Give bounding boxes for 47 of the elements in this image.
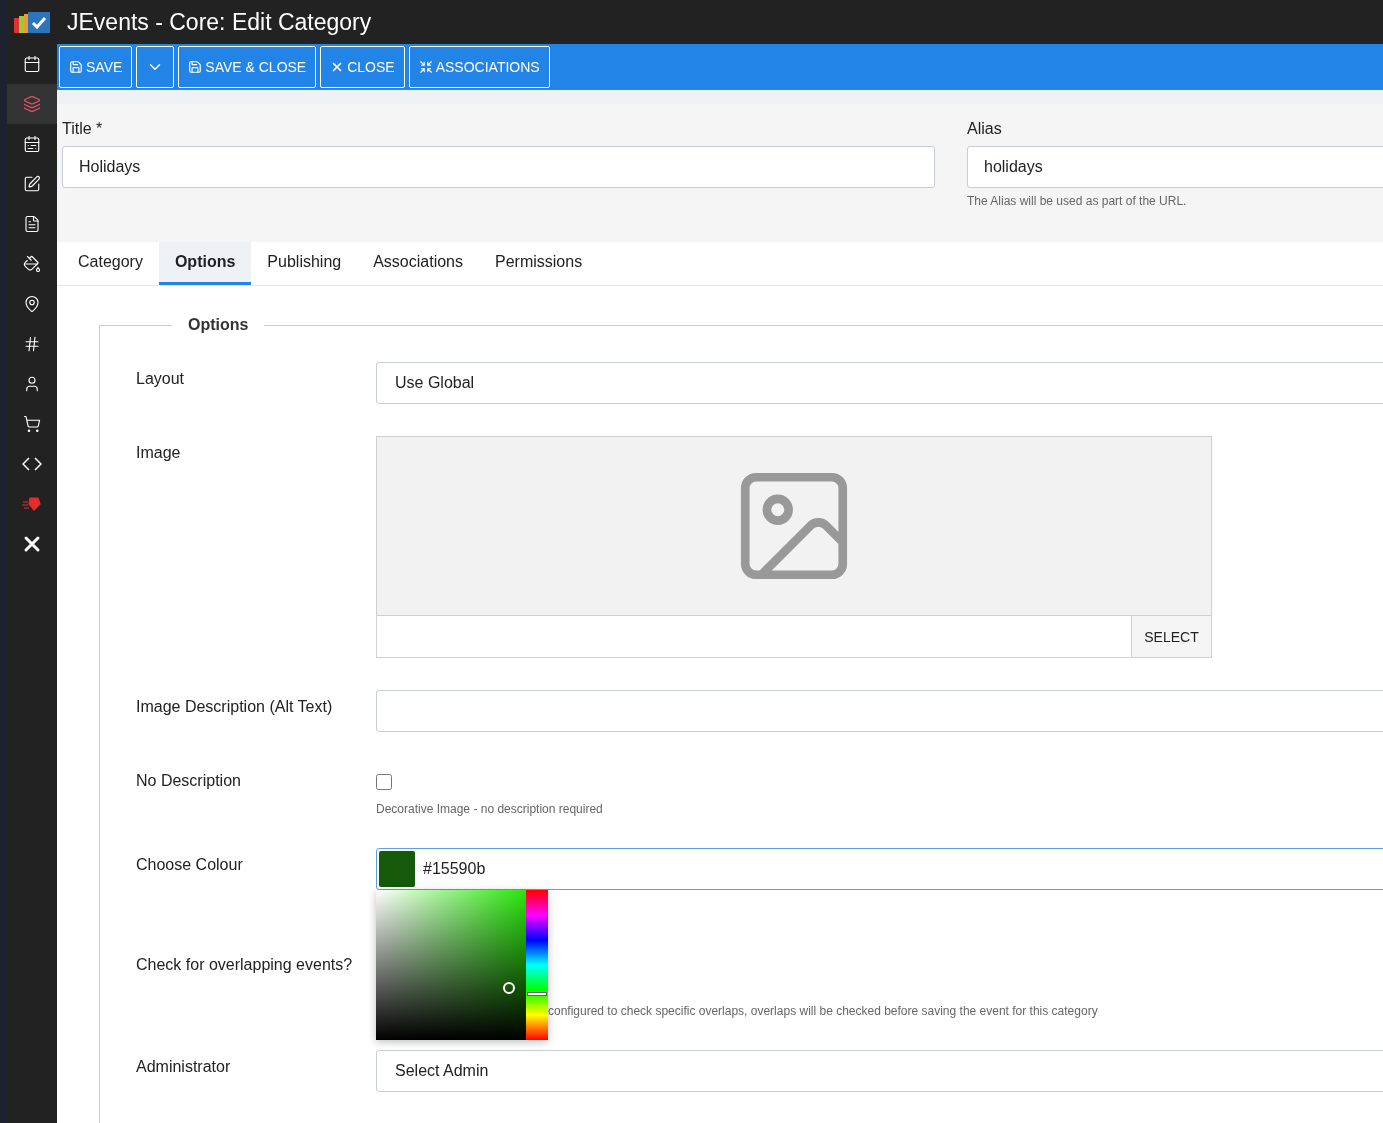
help-text: Decorative Image - no description required — [376, 802, 604, 816]
field-label: Check for overlapping events? — [136, 955, 354, 975]
save-icon — [69, 60, 83, 74]
cart-icon — [23, 415, 41, 433]
field-label: No Description — [136, 771, 242, 791]
field-label: Image — [136, 443, 182, 463]
field-label: Title * — [62, 120, 104, 138]
title-field[interactable]: Holidays — [62, 146, 935, 188]
alias-field[interactable]: holidays — [967, 146, 1383, 188]
save-icon — [188, 60, 203, 74]
help-text: configured to check specific overlaps, overlaps will be checked before saving the event for this category — [547, 1004, 1099, 1018]
shrink-icon — [418, 60, 433, 74]
map-pin-icon — [23, 295, 41, 313]
toolbar-button[interactable]: SAVE — [59, 46, 133, 88]
hue-thumb[interactable] — [527, 991, 547, 996]
field-label: Alias — [967, 120, 1003, 138]
field-label: Layout — [136, 369, 186, 389]
toolbar-button[interactable]: SAVE & CLOSE — [178, 46, 317, 88]
window-title: JEvents - Core: Edit Category — [67, 8, 372, 36]
field-label: Choose Colour — [136, 855, 244, 875]
user-icon — [23, 375, 41, 393]
layers-icon — [23, 95, 41, 113]
colour-picker-menu[interactable] — [376, 890, 548, 1040]
fieldset-legend: Options — [172, 316, 265, 334]
input-field[interactable] — [376, 690, 1383, 732]
hash-icon — [23, 335, 41, 353]
calendar-icon — [23, 55, 41, 73]
calendar-icon — [23, 135, 41, 153]
field-label: Image Description (Alt Text) — [136, 697, 334, 717]
paint-bucket-icon — [23, 255, 41, 273]
select-field[interactable]: Select Admin — [376, 1050, 1383, 1092]
picker-handle[interactable] — [503, 982, 515, 994]
edit-icon — [23, 175, 41, 193]
document-icon — [23, 215, 41, 233]
checkbox[interactable] — [376, 774, 392, 790]
help-text: The Alias will be used as part of the URL. — [967, 194, 1188, 208]
colour-field[interactable]: #15590b — [376, 848, 1383, 890]
code-icon — [22, 457, 42, 471]
hue-slider[interactable] — [526, 890, 548, 1040]
field-label: Administrator — [136, 1057, 232, 1077]
select-field[interactable]: Use Global — [376, 362, 1383, 404]
toolbar-button[interactable]: CLOSE — [320, 46, 405, 88]
toolbar-button[interactable]: ASSOCIATIONS — [408, 46, 550, 88]
dropdown-button[interactable] — [136, 46, 175, 88]
tab[interactable]: Options — [158, 242, 252, 285]
calendar-logo-icon — [12, 9, 52, 35]
colour-swatch — [379, 851, 415, 887]
